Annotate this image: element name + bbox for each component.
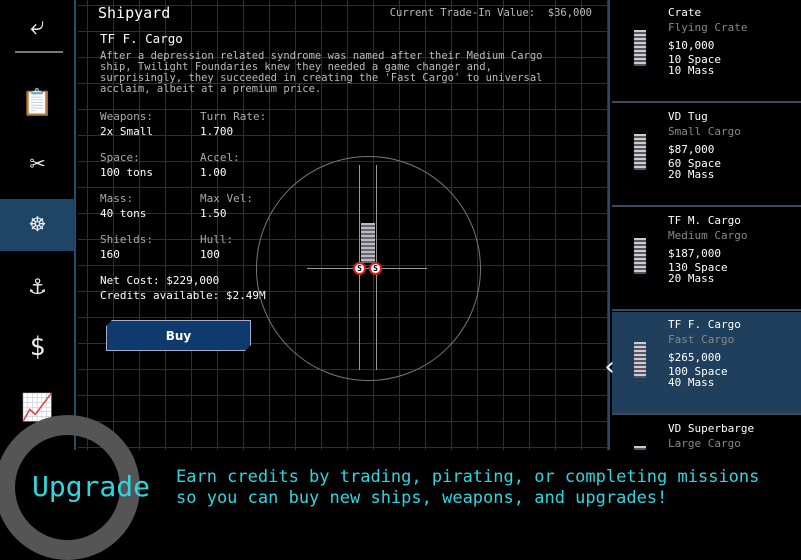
item-price: $87,000 — [668, 143, 715, 156]
stat-value: 40 tons — [100, 207, 147, 220]
ship-list-item[interactable]: TF M. Cargo Medium Cargo $187,000 130 Sp… — [612, 208, 801, 311]
bank-button[interactable]: $ — [0, 321, 75, 373]
ship-thumbnail — [634, 134, 646, 170]
cargo-button[interactable]: ⚓ — [0, 260, 75, 312]
item-price: $10,000 — [668, 39, 715, 52]
stat-label: Max Vel: — [200, 192, 253, 205]
item-name: TF M. Cargo — [668, 214, 741, 227]
stat-value: 1.700 — [200, 125, 234, 138]
stat-value: 1.50 — [200, 207, 227, 220]
item-class: Medium Cargo — [668, 229, 748, 242]
item-name: VD Superbarge — [668, 422, 755, 435]
stat-label: Shields: — [100, 233, 153, 246]
ship-description: After a depression related syndrome was … — [100, 50, 543, 95]
item-class: Large Cargo — [668, 437, 741, 450]
outfitter-button[interactable]: ✂ — [0, 138, 75, 190]
clipboard-icon: 📋 — [21, 88, 54, 118]
hand-dollar-icon: $ — [29, 332, 46, 362]
ship-preview — [361, 223, 375, 263]
wrench-screwdriver-icon: ✂ — [29, 149, 46, 179]
missions-button[interactable]: 📋 — [0, 77, 75, 129]
chevron-left-icon[interactable]: ‹ — [602, 352, 618, 382]
item-price: $265,000 — [668, 351, 721, 364]
stat-label: Space: — [100, 151, 140, 164]
ship-thumbnail — [634, 342, 646, 378]
item-class: Flying Crate — [668, 21, 748, 34]
stat-label: Hull: — [200, 233, 234, 246]
shipyard-panel: Shipyard Current Trade-In Value: $36,000… — [78, 0, 610, 450]
item-mass: 20 Mass — [668, 272, 715, 285]
weapon-slot[interactable]: S — [353, 262, 366, 275]
stat-label: Weapons: — [100, 110, 153, 123]
net-cost: Net Cost: $229,000 — [100, 274, 220, 287]
stat-label: Mass: — [100, 192, 134, 205]
buy-button[interactable]: Buy — [106, 320, 251, 351]
back-arrow-icon: ⤶ — [30, 10, 45, 41]
crosshair-line — [307, 268, 427, 269]
divider — [15, 51, 63, 53]
stat-label: Accel: — [200, 151, 240, 164]
banner-title: Upgrade — [32, 470, 151, 503]
ship-thumbnail — [634, 30, 646, 66]
banner-message: Earn credits by trading, pirating, or co… — [176, 467, 760, 508]
item-price: $187,000 — [668, 247, 721, 260]
item-name: VD Tug — [668, 110, 708, 123]
ship-name: TF F. Cargo — [100, 31, 183, 46]
stat-value: 100 tons — [100, 166, 153, 179]
credits-available: Credits available: $2.49M — [100, 289, 266, 302]
shipyard-button[interactable]: ☸ — [0, 199, 75, 251]
item-class: Fast Cargo — [668, 333, 735, 346]
back-button[interactable]: ⤶ — [0, 0, 75, 52]
item-mass: 20 Mass — [668, 168, 715, 181]
stat-value: 1.00 — [200, 166, 227, 179]
item-name: TF F. Cargo — [668, 318, 741, 331]
item-mass: 10 Mass — [668, 64, 715, 77]
ship-list-item[interactable]: TF F. Cargo Fast Cargo $265,000 100 Spac… — [612, 312, 801, 415]
ship-list[interactable]: Crate Flying Crate $10,000 10 Space 10 Ma… — [612, 0, 801, 519]
item-name: Crate — [668, 6, 702, 19]
crane-hook-icon: ⚓ — [29, 271, 46, 301]
stat-label: Turn Rate: — [200, 110, 267, 123]
trade-in-value: Current Trade-In Value: $36,000 — [389, 7, 592, 19]
ship-wheel-icon: ☸ — [29, 210, 46, 240]
stat-value: 2x Small — [100, 125, 153, 138]
stat-value: 160 — [100, 248, 120, 261]
item-mass: 40 Mass — [668, 376, 715, 389]
sidebar: ⤶ 📋 ✂ ☸ ⚓ $ 📈 — [0, 0, 76, 450]
ship-list-item[interactable]: VD Tug Small Cargo $87,000 60 Space 20 Ma… — [612, 104, 801, 207]
ship-thumbnail — [634, 238, 646, 274]
stat-value: 100 — [200, 248, 220, 261]
weapon-slot[interactable]: S — [369, 262, 382, 275]
page-title: Shipyard — [98, 4, 171, 22]
ship-list-item[interactable]: Crate Flying Crate $10,000 10 Space 10 Ma… — [612, 0, 801, 103]
item-class: Small Cargo — [668, 125, 741, 138]
